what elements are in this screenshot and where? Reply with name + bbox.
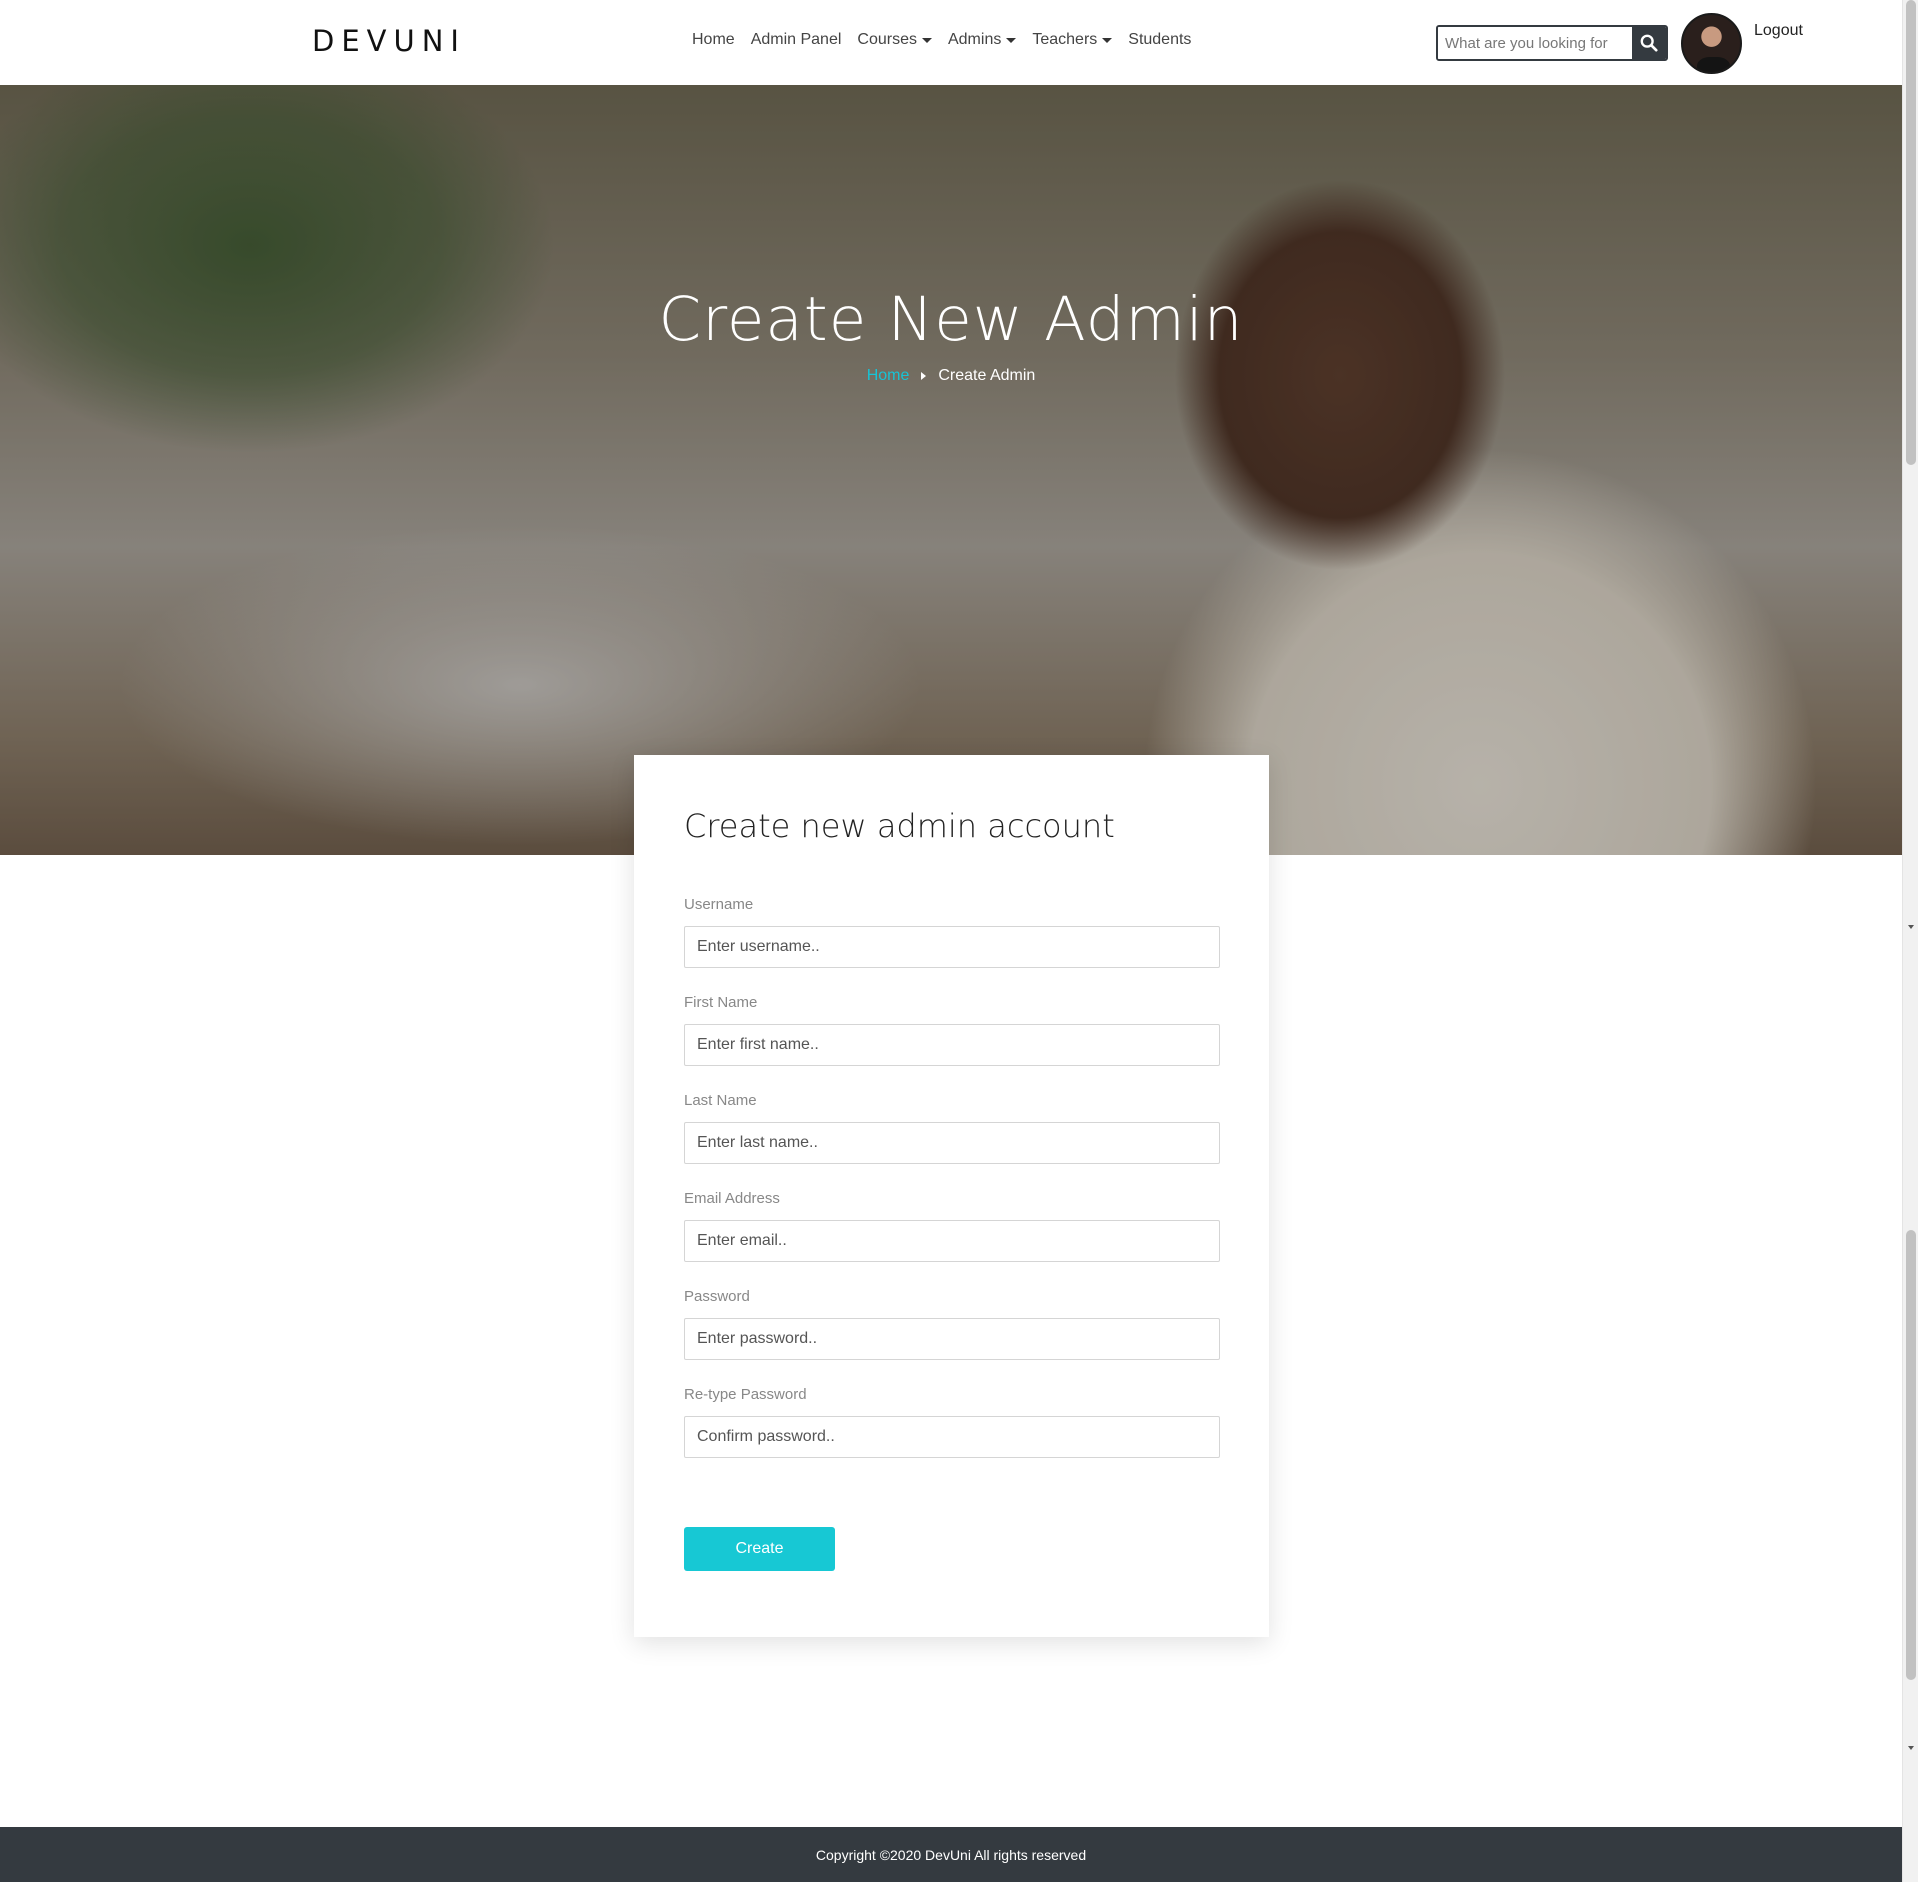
username-input[interactable] [684,926,1220,968]
search-form [1436,25,1668,61]
last-name-label: Last Name [684,1092,757,1109]
scrollbar-thumb[interactable] [1906,0,1916,465]
copyright-text: Copyright ©2020 DevUni All rights reserv… [815,1846,1087,1863]
password-label: Password [684,1288,750,1305]
last-name-input[interactable] [684,1122,1220,1164]
nav-home-label: Home [692,31,735,48]
first-name-label: First Name [684,994,758,1011]
page-scrollbar[interactable] [1902,0,1918,1882]
first-name-group: First Name [684,994,1220,1066]
retype-password-group: Re-type Password [684,1386,1220,1458]
search-button[interactable] [1632,27,1666,59]
hero-banner: Create New Admin Home Create Admin [0,85,1902,855]
breadcrumb-home-link[interactable]: Home [867,367,910,385]
first-name-input[interactable] [684,1024,1220,1066]
create-admin-form-card: Create new admin account Username First … [634,755,1269,1637]
nav-teachers-label: Teachers [1032,31,1098,48]
caret-down-icon [1006,37,1017,43]
nav-teachers-dropdown[interactable]: Teachers [1032,31,1113,49]
email-group: Email Address [684,1190,1220,1262]
footer: Copyright ©2020 DevUni All rights reserv… [0,1827,1902,1882]
nav-admins-dropdown[interactable]: Admins [947,31,1017,49]
nav-students[interactable]: Students [1128,31,1191,49]
nav-admin-panel-label: Admin Panel [750,31,842,48]
password-input[interactable] [684,1318,1220,1360]
page-title: Create New Admin [658,284,1244,355]
retype-password-input[interactable] [684,1416,1220,1458]
scrollbar-thumb-secondary[interactable] [1906,1230,1916,1680]
nav-students-label: Students [1128,31,1192,48]
email-label: Email Address [684,1190,780,1207]
nav-menu: Home Admin Panel Courses Admins Teachers… [692,31,1207,49]
breadcrumb-current: Create Admin [938,367,1036,384]
hero-overlay [0,85,1902,855]
caret-down-icon [921,37,932,43]
username-label: Username [684,896,754,913]
brand-logo[interactable]: DEVUNI [312,24,466,58]
password-group: Password [684,1288,1220,1360]
user-avatar[interactable] [1681,13,1742,74]
caret-right-icon [921,372,927,380]
search-input[interactable] [1438,27,1632,59]
search-icon [1640,34,1658,52]
nav-courses-label: Courses [857,31,917,48]
nav-courses-dropdown[interactable]: Courses [857,31,932,49]
retype-password-label: Re-type Password [684,1386,807,1403]
nav-admin-panel[interactable]: Admin Panel [751,31,842,49]
nav-home[interactable]: Home [692,31,735,49]
form-title: Create new admin account [684,807,1115,845]
scroll-down-arrow-icon[interactable] [1908,925,1914,929]
create-button[interactable]: Create [684,1527,835,1571]
email-input[interactable] [684,1220,1220,1262]
logout-link[interactable]: Logout [1754,22,1803,40]
scroll-down-arrow-icon[interactable] [1908,1746,1914,1750]
username-group: Username [684,896,1220,968]
top-navbar: DEVUNI Home Admin Panel Courses Admins T… [0,0,1902,85]
breadcrumb: Home Create Admin [0,367,1902,385]
nav-admins-label: Admins [947,31,1002,48]
last-name-group: Last Name [684,1092,1220,1164]
caret-down-icon [1102,37,1113,43]
